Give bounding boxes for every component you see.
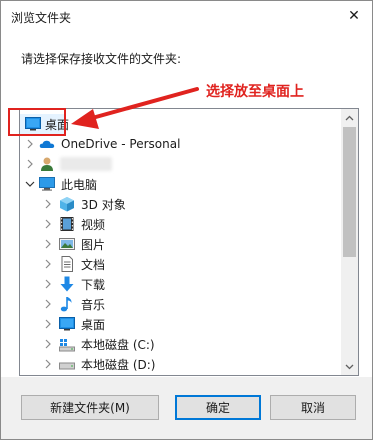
- tree-item-label: OneDrive - Personal: [61, 137, 181, 151]
- music-icon: [60, 297, 72, 312]
- chevron-right-icon[interactable]: [25, 159, 35, 169]
- tree-item-videos[interactable]: 视频: [20, 214, 340, 234]
- tree-item-label: 视频: [81, 217, 106, 232]
- ok-button-label: 确定: [205, 401, 230, 415]
- close-icon: ✕: [348, 8, 360, 24]
- this-pc-icon: [39, 177, 55, 191]
- tree-item-label: 音乐: [81, 297, 106, 312]
- tree-item-user[interactable]: [20, 154, 340, 174]
- tree-item-desktop[interactable]: 桌面: [20, 314, 340, 334]
- pictures-icon: [59, 238, 75, 250]
- tree-item-3d-objects[interactable]: 3D 对象: [20, 194, 340, 214]
- chevron-right-icon[interactable]: [43, 359, 53, 369]
- tree-item-label: 本地磁盘 (D:): [81, 357, 156, 372]
- tree-item-music[interactable]: 音乐: [20, 294, 340, 314]
- vertical-scrollbar[interactable]: [341, 109, 358, 375]
- chevron-right-icon[interactable]: [25, 139, 35, 149]
- window-title: 浏览文件夹: [11, 11, 72, 25]
- close-button[interactable]: ✕: [336, 1, 372, 31]
- videos-icon: [60, 217, 74, 231]
- tree-item-this-pc[interactable]: 此电脑: [20, 174, 340, 194]
- windows-drive-icon: [59, 339, 75, 352]
- redacted-username: [60, 157, 112, 171]
- documents-icon: [61, 256, 73, 272]
- tree-item-label: 桌面: [81, 317, 106, 332]
- tree-item-onedrive[interactable]: OneDrive - Personal: [20, 134, 340, 154]
- new-folder-button-label: 新建文件夹(M): [50, 401, 130, 415]
- tree-item-label: 图片: [81, 237, 106, 252]
- browse-folder-dialog: 浏览文件夹 ✕ 请选择保存接收文件的文件夹: 选择放至桌面上 桌面 OneDri…: [0, 0, 373, 440]
- tree-item-label: 此电脑: [61, 177, 98, 192]
- user-icon: [41, 157, 53, 171]
- tree-item-label: 3D 对象: [81, 197, 126, 212]
- chevron-right-icon[interactable]: [43, 339, 53, 349]
- chevron-right-icon[interactable]: [43, 319, 53, 329]
- onedrive-cloud-icon: [39, 140, 55, 148]
- annotation-highlight-box: [8, 108, 66, 136]
- downloads-icon: [60, 276, 74, 292]
- tree-item-label: 文档: [81, 257, 106, 272]
- tree-item-downloads[interactable]: 下载: [20, 274, 340, 294]
- chevron-right-icon[interactable]: [43, 279, 53, 289]
- tree-item-documents[interactable]: 文档: [20, 254, 340, 274]
- chevron-right-icon[interactable]: [43, 299, 53, 309]
- scroll-down-button[interactable]: [341, 358, 358, 375]
- folder-tree-list: 桌面 OneDrive - Personal 此电脑 3D 对象 视频 图片 文…: [20, 109, 340, 375]
- tree-item-local-disk-d[interactable]: 本地磁盘 (D:): [20, 354, 340, 374]
- 3d-objects-icon: [60, 197, 74, 212]
- chevron-up-icon: [345, 115, 354, 120]
- title-bar: 浏览文件夹 ✕: [1, 1, 372, 33]
- chevron-down-icon[interactable]: [25, 179, 35, 189]
- scrollbar-thumb[interactable]: [343, 127, 356, 257]
- folder-tree[interactable]: 桌面 OneDrive - Personal 此电脑 3D 对象 视频 图片 文…: [19, 108, 359, 376]
- new-folder-button[interactable]: 新建文件夹(M): [21, 395, 159, 420]
- tree-item-local-disk-c[interactable]: 本地磁盘 (C:): [20, 334, 340, 354]
- tree-item-label: 下载: [81, 277, 106, 292]
- chevron-right-icon[interactable]: [43, 259, 53, 269]
- desktop-icon: [59, 317, 75, 331]
- tree-item-label: 本地磁盘 (C:): [81, 337, 155, 352]
- scroll-up-button[interactable]: [341, 109, 358, 126]
- instruction-text: 请选择保存接收文件的文件夹:: [21, 52, 182, 66]
- chevron-right-icon[interactable]: [43, 199, 53, 209]
- tree-item-pictures[interactable]: 图片: [20, 234, 340, 254]
- tree-item-desktop-root[interactable]: 桌面: [20, 114, 340, 134]
- drive-icon: [59, 362, 75, 370]
- cancel-button-label: 取消: [300, 401, 325, 415]
- chevron-right-icon[interactable]: [43, 239, 53, 249]
- ok-button[interactable]: 确定: [175, 395, 261, 420]
- chevron-down-icon: [345, 364, 354, 369]
- chevron-right-icon[interactable]: [43, 219, 53, 229]
- cancel-button[interactable]: 取消: [270, 395, 356, 420]
- annotation-label: 选择放至桌面上: [206, 84, 304, 100]
